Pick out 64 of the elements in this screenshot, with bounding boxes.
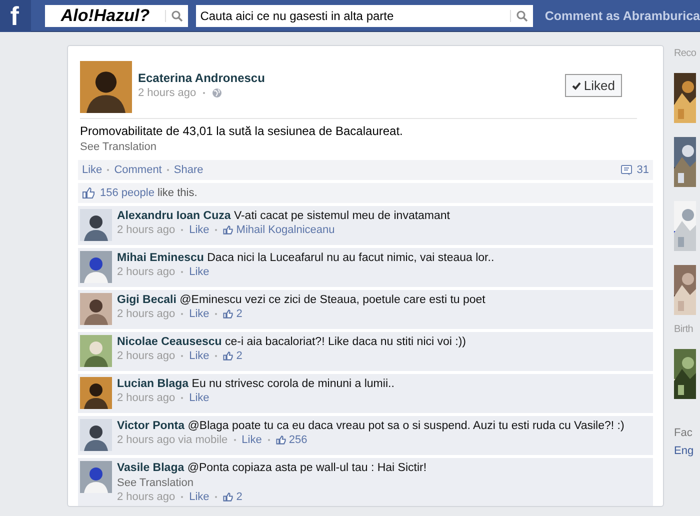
avatar[interactable] [80,461,112,493]
action-link[interactable]: Comment [114,164,162,176]
sidebar-heading: Reco [674,48,698,59]
page-search-field[interactable]: Alo!Hazul? [45,4,188,26]
comment-text: Nicolae Ceausescu ce-i aia bacaloriat?! Like daca nu stiti nici voi :)) [117,336,466,348]
avatar[interactable] [80,377,112,409]
comment-icon [620,164,632,176]
like-link[interactable]: Like [189,392,210,404]
action-link[interactable]: Like [82,164,102,176]
comment-time: 2 hours ago [117,392,176,404]
comment-count[interactable]: 31 [636,164,649,176]
comment-time: 2 hours ago [117,308,176,320]
sidebar-footer-text: Fac [674,427,694,439]
language-link[interactable]: Eng [674,445,699,457]
comment-time: 2 hours ago [117,266,176,278]
sidebar-heading: Birth [674,324,694,335]
like-link[interactable]: Like [189,308,210,320]
comment-time: 2 hours ago [117,350,176,362]
comment-text: Mihai Eminescu Daca nici la Luceafarul nu au facut nimic, vai steaua lor.. [117,252,494,264]
comment-text: Lucian Blaga Eu nu strivesc corola de minuni a lumii.. [117,378,394,390]
like-count[interactable]: 256 [288,434,308,446]
like-link[interactable]: Like [189,491,210,503]
avatar[interactable] [80,61,132,113]
liked-by-link[interactable]: Mihail Kogalniceanu [236,224,335,236]
comment-time: 2 hours ago [117,434,176,446]
avatar[interactable] [80,209,112,241]
comment-text: Vasile Blaga @Ponta copiaza asta pe wall-ul tau : Hai Sictir! [117,462,427,474]
action-link[interactable]: Share [174,164,204,176]
thumbs-up-icon [223,351,234,361]
like-link[interactable]: Like [189,350,210,362]
thumbs-up-icon [82,187,95,199]
like-count[interactable]: 2 [236,308,242,320]
liked-button[interactable]: Liked [564,74,622,97]
avatar[interactable] [80,251,112,283]
like-link[interactable]: Like [189,224,210,236]
post-time[interactable]: 2 hours ago [138,87,196,99]
thumbs-up-icon [223,492,234,502]
like-link[interactable]: Like [189,266,210,278]
globe-icon [212,88,222,98]
comment-text: Gigi Becali @Eminescu vezi ce zici de Steaua, poetule care esti tu poet [117,294,486,306]
avatar[interactable] [80,335,112,367]
author-name[interactable]: Ecaterina Andronescu [138,71,559,85]
logo[interactable]: f [0,0,32,32]
avatar[interactable] [80,419,112,451]
comment-text: Victor Ponta @Blaga poate tu ca eu daca vreau pot sa o si suspend. Auzi tu esti ruda cu Vasile?! :) [117,420,624,432]
see-translation-link[interactable]: See Translation [80,141,651,153]
likes-summary: 156 people like this. [100,187,198,199]
comment-time: 2 hours ago [117,224,176,236]
like-count[interactable]: 2 [236,491,242,503]
comment-time: 2 hours ago [117,491,176,503]
via-mobile-label: via mobile [178,434,228,446]
thumbs-up-icon [276,435,286,445]
comment-as-link[interactable]: Comment as Abramburica [544,8,700,22]
search-field[interactable]: Cauta aici ce nu gasesti in alta parte [196,4,533,26]
thumbs-up-icon [223,309,234,319]
comment-text: Alexandru Ioan Cuza V-ati cacat pe sistemul meu de invatamant [117,210,450,222]
like-link[interactable]: Like [242,434,262,446]
see-translation-link[interactable]: See Translation [117,477,427,489]
avatar[interactable] [80,293,112,325]
like-count[interactable]: 2 [236,350,242,362]
thumbs-up-icon [223,225,234,235]
page-name: Alo!Hazul? [60,6,151,26]
post-text: Promovabilitate de 43,01 la sută la sesiunea de Bacalaureat. [80,124,404,138]
check-icon [572,82,581,90]
